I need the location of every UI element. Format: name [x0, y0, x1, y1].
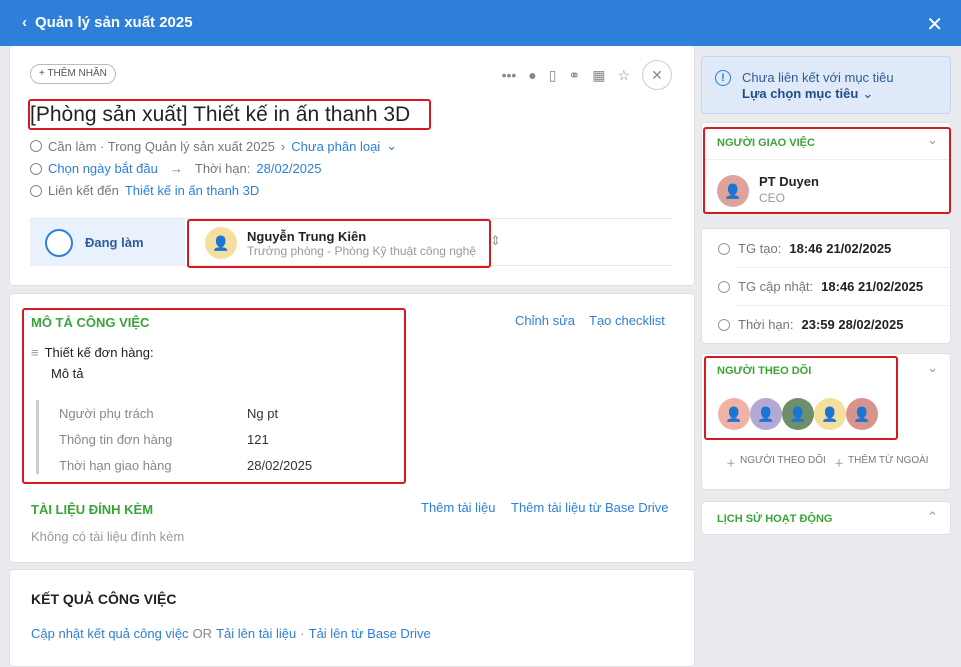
add-follower-button[interactable]: ＋ NGƯỜI THEO DÕI — [726, 455, 826, 470]
back-label: Quản lý sản xuất 2025 — [35, 14, 193, 31]
chevron-up-icon[interactable]: ⌃ — [927, 509, 938, 525]
history-card[interactable]: LỊCH SỬ HOẠT ĐỘNG ⌃ — [701, 501, 951, 535]
update-results-button[interactable]: Cập nhật kết quả công việc — [31, 626, 189, 641]
results-heading: KẾT QUẢ CÔNG VIỆC — [31, 591, 177, 607]
upload-drive-button[interactable]: Tải lên từ Base Drive — [309, 626, 431, 641]
select-goal-button[interactable]: Lựa chọn mục tiêu ⌄ — [742, 86, 873, 102]
chevron-down-icon[interactable]: ⌄ — [927, 360, 938, 376]
status-toggle[interactable]: Đang làm — [30, 219, 185, 266]
date-row: Chọn ngày bắt đầu → Thời hạn: 28/02/2025 — [30, 161, 321, 176]
alert-icon[interactable]: ● — [528, 67, 536, 83]
more-icon[interactable]: ••• — [502, 67, 517, 83]
attachments-empty: Không có tài liệu đính kèm — [31, 529, 185, 544]
calendar-icon[interactable]: ▦ — [592, 67, 605, 84]
goal-card: ! Chưa liên kết với mục tiêu Lựa chọn mụ… — [701, 56, 951, 114]
chevron-down-icon: ⌄ — [862, 86, 874, 101]
close-task-icon[interactable]: ✕ — [642, 60, 672, 90]
highlight-assigner — [703, 127, 951, 214]
deadline-label: Thời hạn: — [194, 161, 251, 176]
highlight-description — [22, 308, 406, 484]
top-bar: ‹ Quản lý sản xuất 2025 ✕ — [0, 0, 961, 46]
add-tag-button[interactable]: + THÊM NHÃN — [30, 64, 116, 84]
attachments-heading: TÀI LIỆU ĐÍNH KÈM — [31, 502, 154, 517]
plus-icon: ＋ — [834, 459, 844, 470]
clock-icon — [718, 318, 730, 331]
deadline-picker[interactable]: 28/02/2025 — [256, 161, 321, 176]
results-actions: Cập nhật kết quả công việc OR Tải lên tà… — [31, 626, 431, 641]
created-row: TG tạo: 18:46 21/02/2025 — [718, 241, 891, 256]
status-label: Đang làm — [85, 235, 144, 250]
sort-icon[interactable]: ⇕ — [490, 233, 501, 249]
edit-description-button[interactable]: Chỉnh sửa — [515, 313, 575, 328]
start-date-picker[interactable]: Chọn ngày bắt đầu — [48, 161, 158, 176]
results-card: KẾT QUẢ CÔNG VIỆC Cập nhật kết quả công … — [9, 569, 695, 667]
status-path: Cần làm · Trong Quản lý sản xuất 2025 › … — [30, 138, 397, 154]
goal-text: Chưa liên kết với mục tiêu — [742, 70, 894, 85]
bookmark-icon[interactable]: ▯ — [549, 67, 557, 84]
status-circle-icon — [30, 140, 42, 152]
arrow-right-icon: → — [169, 161, 183, 176]
clock-icon — [30, 162, 42, 175]
back-button[interactable]: ‹ Quản lý sản xuất 2025 — [22, 14, 193, 31]
updated-row: TG cập nhật: 18:46 21/02/2025 — [718, 279, 923, 294]
divider — [736, 305, 950, 306]
info-icon: ! — [715, 70, 731, 86]
highlight-assignee — [187, 219, 491, 268]
link-circle-icon — [30, 184, 42, 197]
link-icon[interactable]: ⚭ — [568, 67, 580, 84]
chevron-left-icon: ‹ — [22, 14, 27, 31]
task-toolbar: ••• ● ▯ ⚭ ▦ ☆ ✕ — [502, 60, 672, 90]
add-external-button[interactable]: ＋ THÊM TỪ NGOÀI — [834, 455, 929, 470]
category-dropdown[interactable]: Chưa phân loại — [291, 139, 380, 154]
create-checklist-button[interactable]: Tạo checklist — [589, 313, 665, 328]
times-card: TG tạo: 18:46 21/02/2025 TG cập nhật: 18… — [701, 228, 951, 344]
add-attachment-button[interactable]: Thêm tài liệu — [421, 500, 495, 515]
deadline-row: Thời hạn: 23:59 28/02/2025 — [718, 317, 903, 332]
history-heading: LỊCH SỬ HOẠT ĐỘNG — [717, 513, 833, 525]
star-icon[interactable]: ☆ — [617, 67, 630, 84]
plus-icon: ＋ — [726, 459, 736, 470]
highlight-title — [28, 99, 431, 130]
linked-task[interactable]: Thiết kế in ấn thanh 3D — [125, 183, 259, 198]
add-drive-attachment-button[interactable]: Thêm tài liệu từ Base Drive — [511, 500, 669, 515]
close-icon[interactable]: ✕ — [926, 12, 943, 37]
highlight-followers — [704, 356, 898, 440]
clock-icon — [718, 242, 730, 255]
status-circle[interactable] — [45, 228, 73, 257]
upload-file-button[interactable]: Tải lên tài liệu — [216, 626, 296, 641]
clock-icon — [718, 280, 730, 293]
link-row: Liên kết đến Thiết kế in ấn thanh 3D — [30, 183, 259, 198]
chevron-down-icon: ⌄ — [386, 138, 398, 153]
divider — [736, 267, 950, 268]
